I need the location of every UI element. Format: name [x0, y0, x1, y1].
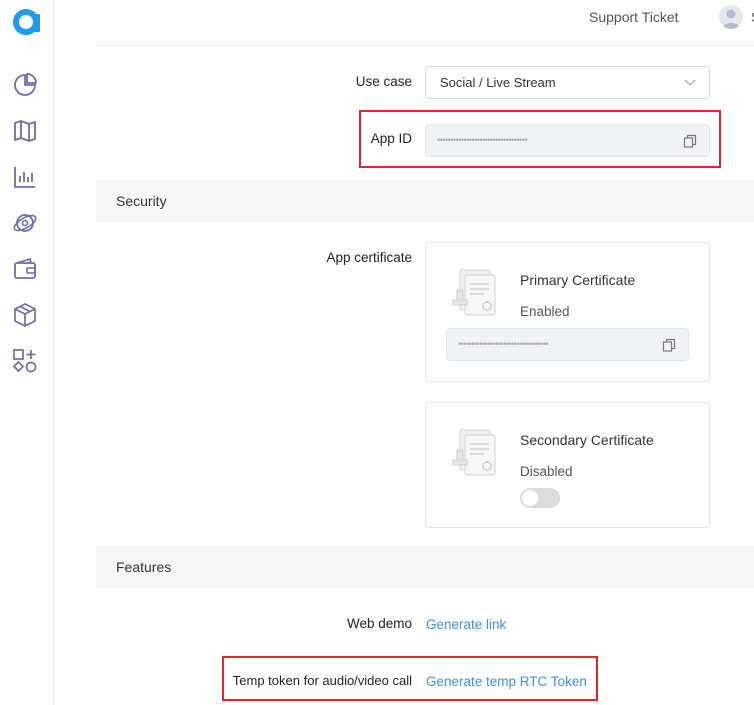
app-id-value: ••••••••••••••••••••••••••••••••••	[437, 135, 528, 145]
temp-token-label: Temp token for audio/video call	[232, 673, 412, 688]
primary-certificate-status: Enabled	[520, 304, 570, 319]
toggle-knob	[522, 490, 538, 506]
use-case-value: Social / Live Stream	[440, 75, 556, 90]
logo-icon[interactable]	[12, 6, 42, 36]
chevron-down-icon	[684, 79, 696, 86]
user-icon	[722, 9, 740, 29]
security-title: Security	[116, 193, 167, 209]
header-divider	[96, 45, 754, 46]
primary-certificate-value: ••••••••••••••••••••••••••••••••••	[458, 339, 549, 349]
map-icon[interactable]	[12, 118, 38, 144]
secondary-certificate-status: Disabled	[520, 464, 573, 479]
generate-link[interactable]: Generate link	[426, 617, 506, 632]
globe-icon[interactable]	[12, 210, 38, 236]
features-section-header: Features	[96, 546, 754, 588]
support-ticket-link[interactable]: Support Ticket	[589, 9, 679, 25]
wallet-icon[interactable]	[12, 256, 38, 282]
primary-certificate-card: Primary Certificate Enabled ••••••••••••…	[425, 242, 710, 382]
copy-icon[interactable]	[683, 134, 697, 148]
certificate-icon	[452, 429, 496, 476]
secondary-certificate-toggle[interactable]	[520, 488, 560, 508]
avatar[interactable]	[719, 5, 743, 29]
primary-certificate-title: Primary Certificate	[520, 272, 636, 288]
cube-icon[interactable]	[12, 302, 38, 328]
use-case-select[interactable]: Social / Live Stream	[425, 66, 710, 99]
pie-chart-icon[interactable]	[12, 72, 38, 98]
app-certificate-label: App certificate	[326, 250, 412, 265]
generate-temp-rtc-token-link[interactable]: Generate temp RTC Token	[426, 674, 587, 689]
bar-chart-icon[interactable]	[12, 164, 38, 190]
shapes-icon[interactable]	[12, 348, 38, 374]
secondary-certificate-title: Secondary Certificate	[520, 432, 654, 448]
primary-certificate-field[interactable]: ••••••••••••••••••••••••••••••••••	[446, 328, 689, 361]
sidebar	[0, 0, 54, 705]
secondary-certificate-card: Secondary Certificate Disabled	[425, 402, 710, 528]
use-case-label: Use case	[355, 74, 412, 89]
certificate-icon	[452, 269, 496, 316]
app-id-label: App ID	[370, 131, 412, 146]
top-header: Support Ticket S	[54, 0, 754, 36]
web-demo-label: Web demo	[346, 616, 412, 631]
app-id-field[interactable]: ••••••••••••••••••••••••••••••••••	[425, 124, 710, 157]
features-title: Features	[116, 559, 172, 575]
security-section-header: Security	[96, 180, 754, 222]
copy-icon[interactable]	[662, 338, 676, 352]
